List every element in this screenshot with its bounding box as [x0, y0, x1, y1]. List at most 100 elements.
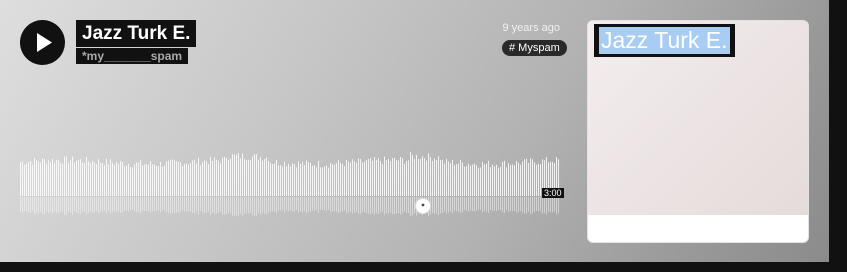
- waveform-bar: [132, 167, 133, 196]
- waveform-bar: [434, 158, 435, 196]
- waveform-reflection-bar: [190, 197, 191, 212]
- waveform-reflection-bar: [146, 197, 147, 212]
- waveform-reflection-bar: [390, 197, 391, 213]
- waveform-bar: [148, 164, 149, 196]
- waveform-reflection-bar: [332, 197, 333, 212]
- commenter-avatar-icon[interactable]: ◉: [415, 198, 431, 214]
- waveform-reflection-bar: [342, 197, 343, 212]
- waveform-reflection-bar: [306, 197, 307, 214]
- waveform-bar: [22, 161, 23, 196]
- waveform-bar: [262, 160, 263, 196]
- waveform-bar: [190, 162, 191, 196]
- waveform-bar: [176, 160, 177, 196]
- waveform-reflection-bar: [434, 197, 435, 215]
- waveform-bar: [306, 160, 307, 196]
- waveform-reflection-bar: [62, 197, 63, 212]
- waveform-reflection-bar: [468, 197, 469, 212]
- waveform-bar: [532, 159, 533, 196]
- waveform-bar: [234, 154, 235, 196]
- waveform-reflection-bar: [22, 197, 23, 213]
- waveform-bar: [498, 167, 499, 196]
- waveform-reflection-bar: [480, 197, 481, 210]
- waveform-reflection-bar: [128, 197, 129, 212]
- waveform-bar: [510, 165, 511, 196]
- waveform-bar: [92, 160, 93, 196]
- artist-name[interactable]: *my_______spam: [76, 48, 189, 64]
- play-button[interactable]: [20, 20, 65, 65]
- waveform-bar: [342, 163, 343, 196]
- waveform-bar: [240, 158, 241, 196]
- waveform-bar: [198, 157, 199, 196]
- waveform-reflection-bar: [204, 197, 205, 214]
- waveform-reflection-bar: [250, 197, 251, 214]
- waveform-reflection-bar: [98, 197, 99, 214]
- waveform-reflection-bar: [66, 197, 67, 215]
- waveform-bar: [146, 164, 147, 196]
- waveform-bar: [248, 159, 249, 196]
- waveform-reflection-bar: [246, 197, 247, 214]
- waveform-bar: [396, 160, 397, 196]
- waveform-bar: [446, 158, 447, 196]
- waveform-bar: [168, 160, 169, 196]
- waveform-reflection-bar: [340, 197, 341, 212]
- waveform-bar: [24, 164, 25, 196]
- waveform-reflection-bar: [266, 197, 267, 215]
- waveform-reflection-bar: [558, 197, 559, 214]
- play-icon: [37, 33, 52, 52]
- waveform-reflection-bar: [520, 197, 521, 212]
- waveform-reflection-bar: [252, 197, 253, 215]
- waveform-bar: [72, 156, 73, 196]
- waveform-bar: [230, 158, 231, 196]
- waveform-bar: [280, 165, 281, 196]
- waveform-bar: [126, 165, 127, 196]
- waveform-reflection-bar: [352, 197, 353, 214]
- waveform-reflection-bar: [268, 197, 269, 213]
- waveform-bar: [76, 160, 77, 196]
- waveform-reflection-bar: [176, 197, 177, 213]
- waveform-reflection-bar: [362, 197, 363, 213]
- waveform-reflection-bar: [26, 197, 27, 212]
- waveform-reflection-bar: [142, 197, 143, 211]
- waveform-bar: [330, 162, 331, 196]
- waveform-reflection-bar: [450, 197, 451, 212]
- waveform-reflection-bar: [78, 197, 79, 214]
- waveform-reflection-bar: [286, 197, 287, 211]
- waveform-bar: [356, 162, 357, 196]
- waveform-reflection-bar: [242, 197, 243, 216]
- waveform-reflection-bar: [138, 197, 139, 212]
- waveform-reflection-bar: [200, 197, 201, 211]
- waveform-bar: [538, 163, 539, 196]
- waveform-bar: [212, 160, 213, 196]
- waveform-reflection-bar: [518, 197, 519, 212]
- waveform-bar: [516, 161, 517, 196]
- waveform-bar: [424, 158, 425, 196]
- waveform-reflection-bar: [502, 197, 503, 213]
- waveform-reflection-bar: [512, 197, 513, 212]
- waveform-reflection-bar: [456, 197, 457, 212]
- waveform-reflection-bar: [248, 197, 249, 214]
- waveform-reflection-bar: [464, 197, 465, 211]
- waveform-bar: [286, 166, 287, 196]
- waveform-bar: [162, 166, 163, 196]
- waveform-reflection-bar: [310, 197, 311, 212]
- waveform-bar: [114, 164, 115, 196]
- waveform-reflection-bar: [236, 197, 237, 216]
- waveform-bar: [462, 162, 463, 196]
- waveform-bar: [90, 163, 91, 196]
- waveform-reflection-bar: [490, 197, 491, 210]
- waveform-reflection-bar: [262, 197, 263, 213]
- track-title[interactable]: Jazz Turk E.: [76, 20, 197, 47]
- artwork-card[interactable]: Jazz Turk E.: [587, 20, 809, 243]
- waveform-bar: [422, 156, 423, 196]
- waveform[interactable]: [20, 148, 560, 216]
- waveform-reflection-bar: [356, 197, 357, 213]
- genre-tag[interactable]: # Myspam: [502, 40, 567, 56]
- waveform-reflection-bar: [238, 197, 239, 216]
- waveform-reflection-bar: [348, 197, 349, 213]
- waveform-bar: [80, 159, 81, 196]
- waveform-bar: [392, 158, 393, 196]
- waveform-bar: [228, 159, 229, 196]
- waveform-reflection-bar: [134, 197, 135, 212]
- waveform-reflection-bar: [228, 197, 229, 214]
- waveform-bar: [440, 159, 441, 196]
